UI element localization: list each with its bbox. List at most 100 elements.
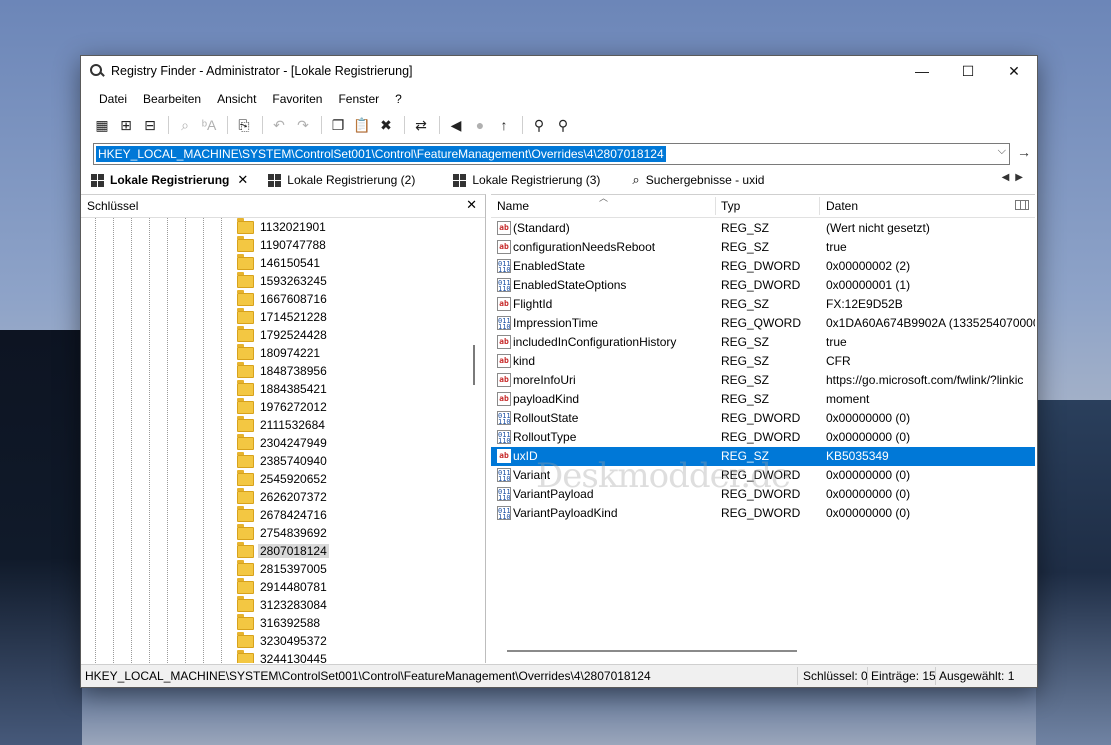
minimize-button[interactable]: —	[899, 56, 945, 86]
value-row[interactable]: 011 110 RolloutType REG_DWORD 0x00000000 (0…	[491, 428, 1035, 447]
paste-icon[interactable]: 📋	[351, 114, 373, 136]
tree-item[interactable]: 2678424716	[237, 505, 329, 524]
value-name: EnabledState	[513, 259, 586, 273]
tree-guide-line	[167, 218, 168, 663]
redo-icon[interactable]: ↷	[292, 114, 314, 136]
load-hive-icon[interactable]: ⊟	[139, 114, 161, 136]
chevron-down-icon[interactable]: ⌵	[998, 145, 1006, 158]
new-local-registry-icon[interactable]: ▦	[91, 114, 113, 136]
refresh-icon[interactable]: ⇄	[410, 114, 432, 136]
tree-item[interactable]: 1667608716	[237, 289, 329, 308]
value-row[interactable]: 011 110 EnabledState REG_DWORD 0x00000002 (…	[491, 257, 1035, 276]
value-row[interactable]: 011 110 VariantPayloadKind REG_DWORD 0x0000…	[491, 504, 1035, 523]
tree-item[interactable]: 1190747788	[237, 235, 328, 254]
tab-scroll-arrows-icon[interactable]: ◀▶	[1002, 172, 1029, 183]
value-row[interactable]: ab payloadKind REG_SZ moment	[491, 390, 1035, 409]
menu-help[interactable]: ?	[387, 92, 410, 106]
copy-icon[interactable]: ❐	[327, 114, 349, 136]
value-row[interactable]: 011 110 ImpressionTime REG_QWORD 0x1DA60A67…	[491, 314, 1035, 333]
address-value[interactable]: HKEY_LOCAL_MACHINE\SYSTEM\ControlSet001\…	[96, 146, 666, 162]
tree-item[interactable]: 3123283084	[237, 595, 329, 614]
title-bar[interactable]: Registry Finder - Administrator - [Lokal…	[81, 56, 1037, 86]
menu-ansicht[interactable]: Ansicht	[209, 92, 264, 106]
value-name: uxID	[513, 449, 538, 463]
tab-local-registry-2[interactable]: Lokale Registrierung (2)	[258, 169, 425, 191]
menu-datei[interactable]: Datei	[91, 92, 135, 106]
folder-icon	[237, 469, 254, 486]
column-type[interactable]: Typ	[721, 195, 740, 217]
tree-item[interactable]: 2385740940	[237, 451, 329, 470]
find-icon[interactable]: ⌕	[174, 114, 196, 136]
column-name[interactable]: Name	[497, 195, 529, 217]
tree-item-label: 1792524428	[260, 328, 327, 342]
value-name: FlightId	[513, 297, 553, 311]
tree-item[interactable]: 2807018124	[237, 541, 329, 560]
tree-item[interactable]: 2754839692	[237, 523, 329, 542]
tree-item[interactable]: 3230495372	[237, 631, 329, 650]
search-icon: ⌕	[632, 172, 640, 187]
menu-fenster[interactable]: Fenster	[330, 92, 387, 106]
value-row[interactable]: 011 110 EnabledStateOptions REG_DWORD 0x000…	[491, 276, 1035, 295]
back-icon[interactable]: ◀	[445, 114, 467, 136]
value-row[interactable]: ab (Standard) REG_SZ (Wert nicht gesetzt)	[491, 219, 1035, 238]
close-tab-icon[interactable]: ✕	[237, 172, 248, 188]
tab-local-registry-3[interactable]: Lokale Registrierung (3)	[443, 169, 610, 191]
column-chooser-icon[interactable]	[1015, 200, 1029, 210]
tree-item[interactable]: 146150541	[237, 253, 322, 272]
tree-item[interactable]: 1714521228	[237, 307, 329, 326]
tree-item[interactable]: 2626207372	[237, 487, 329, 506]
sort-ascending-icon: ︿	[599, 194, 609, 203]
close-pane-icon[interactable]: ✕	[466, 197, 477, 213]
menu-favoriten[interactable]: Favoriten	[264, 92, 330, 106]
values-column-header: ︿ Name Typ Daten	[491, 195, 1035, 218]
column-divider[interactable]	[819, 197, 820, 215]
add-favorite-icon[interactable]: ⚲	[528, 114, 550, 136]
tree-item[interactable]: 1848738956	[237, 361, 329, 380]
tree-item[interactable]: 1884385421	[237, 379, 329, 398]
value-row[interactable]: ab includedInConfigurationHistory REG_SZ tr…	[491, 333, 1035, 352]
undo-icon[interactable]: ↶	[268, 114, 290, 136]
tree-item[interactable]: 1593263245	[237, 271, 329, 290]
tree-item[interactable]: 1792524428	[237, 325, 329, 344]
tree-item[interactable]: 3244130445	[237, 649, 329, 663]
tree-item[interactable]: 2914480781	[237, 577, 329, 596]
tree-item[interactable]: 2545920652	[237, 469, 329, 488]
tree-item[interactable]: 1132021901	[237, 218, 328, 236]
value-row[interactable]: ab kind REG_SZ CFR	[491, 352, 1035, 371]
value-row[interactable]: ab moreInfoUri REG_SZ https://go.microsoft.…	[491, 371, 1035, 390]
up-level-icon[interactable]: ↑	[493, 114, 515, 136]
forward-icon[interactable]: ●	[469, 114, 491, 136]
favorites-icon[interactable]: ⚲	[552, 114, 574, 136]
tree-scrollbar-thumb[interactable]	[473, 345, 475, 385]
value-row[interactable]: ab FlightId REG_SZ FX:12E9D52B	[491, 295, 1035, 314]
toolbar-separator	[321, 116, 322, 134]
tab-search-results[interactable]: ⌕ Suchergebnisse - uxid	[622, 169, 774, 191]
close-window-button[interactable]: ✕	[991, 56, 1037, 86]
value-data: 0x00000000 (0)	[826, 506, 911, 520]
maximize-button[interactable]: ☐	[945, 56, 991, 86]
replace-icon[interactable]: ᵇA	[198, 114, 220, 136]
address-input[interactable]: HKEY_LOCAL_MACHINE\SYSTEM\ControlSet001\…	[93, 143, 1010, 165]
column-divider[interactable]	[715, 197, 716, 215]
value-row[interactable]: ab configurationNeedsReboot REG_SZ true	[491, 238, 1035, 257]
export-icon[interactable]: ⎘	[233, 114, 255, 136]
go-arrow-icon[interactable]: →	[1017, 144, 1031, 160]
tree-item[interactable]: 1976272012	[237, 397, 329, 416]
tree-item[interactable]: 180974221	[237, 343, 322, 362]
key-tree[interactable]: 1132021901 1190747788 146150541 1593263245 1…	[81, 218, 471, 663]
tree-item-label: 3230495372	[260, 634, 327, 648]
tab-local-registry[interactable]: Lokale Registrierung ✕	[81, 169, 258, 191]
tree-item[interactable]: 2815397005	[237, 559, 329, 578]
connect-remote-registry-icon[interactable]: ⊞	[115, 114, 137, 136]
tree-item[interactable]: 2304247949	[237, 433, 329, 452]
menu-bearbeiten[interactable]: Bearbeiten	[135, 92, 209, 106]
values-scrollbar-thumb[interactable]	[507, 650, 797, 652]
tree-item[interactable]: 316392588	[237, 613, 322, 632]
status-bar: HKEY_LOCAL_MACHINE\SYSTEM\ControlSet001\…	[81, 664, 1037, 687]
value-data: 0x00000000 (0)	[826, 468, 911, 482]
delete-icon[interactable]: ✖	[375, 114, 397, 136]
tree-item[interactable]: 2111532684	[237, 415, 327, 434]
value-row[interactable]: 011 110 RolloutState REG_DWORD 0x00000000 (…	[491, 409, 1035, 428]
column-data[interactable]: Daten	[826, 195, 858, 217]
folder-icon	[237, 397, 254, 414]
